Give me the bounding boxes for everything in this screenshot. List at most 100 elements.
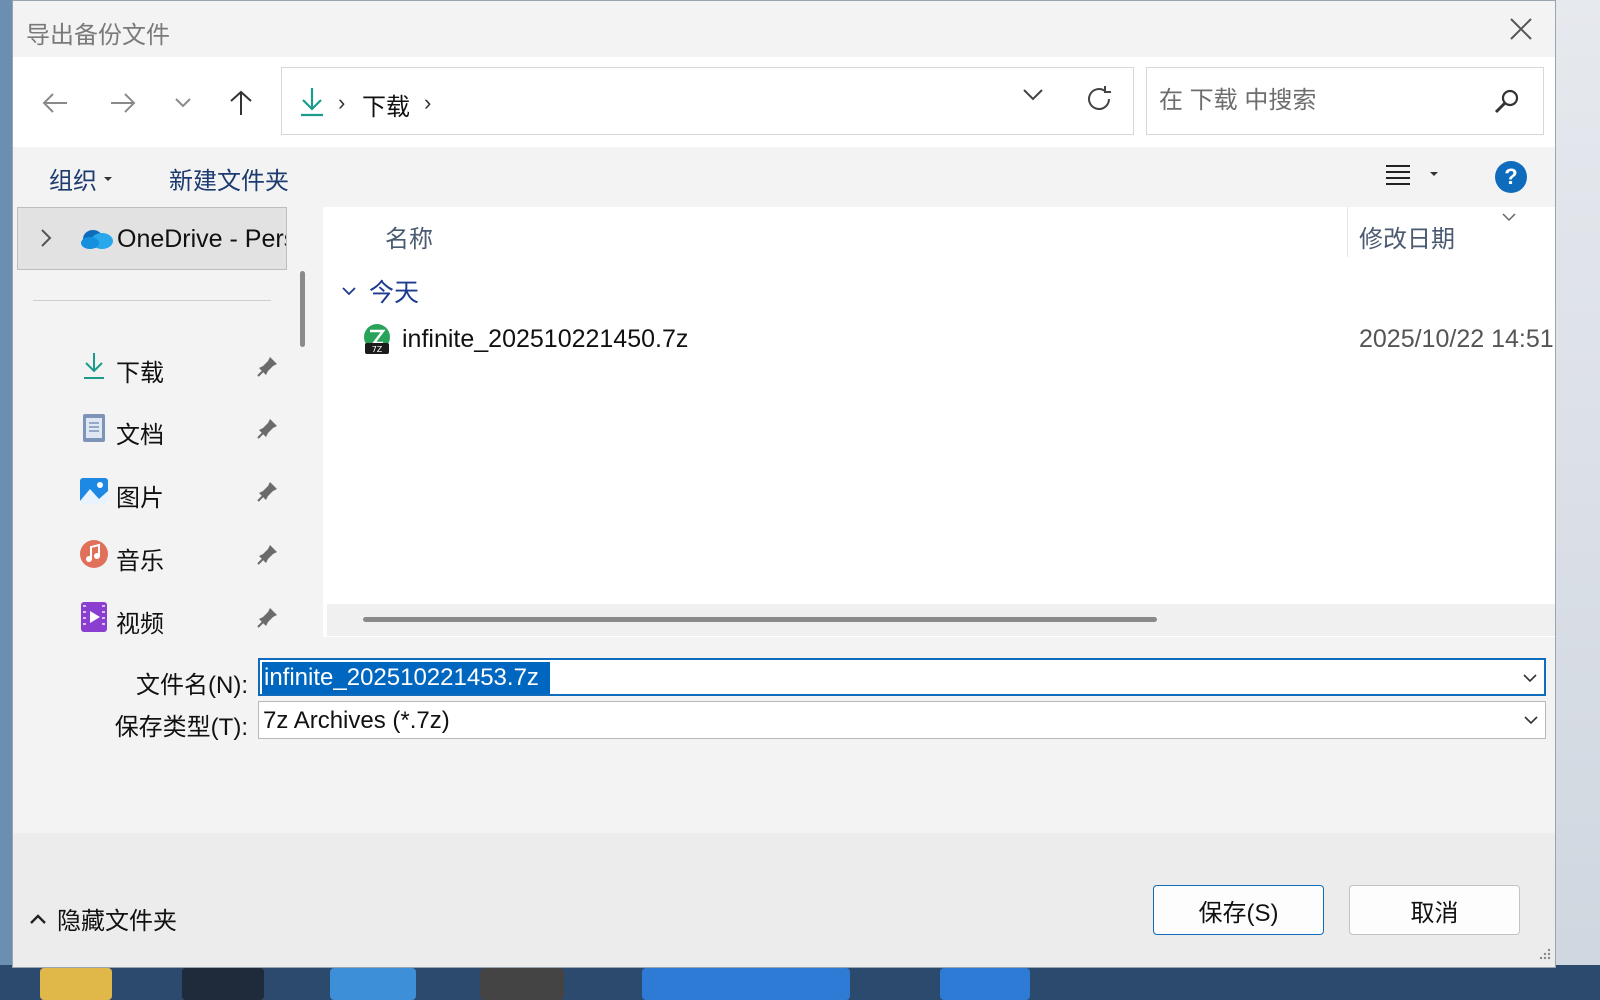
navigation-pane: OneDrive - Pers 下载 文档 图片 音乐 视频 (13, 207, 299, 637)
scrollbar-thumb[interactable] (363, 617, 1157, 622)
filename-label: 文件名(N): (136, 672, 248, 699)
arrow-right-icon (111, 93, 136, 113)
sidebar-item-pictures[interactable]: 图片 (79, 470, 289, 514)
back-button[interactable] (35, 83, 75, 123)
chevron-down-icon (342, 287, 356, 296)
pin-icon[interactable] (257, 417, 279, 444)
download-icon (79, 351, 109, 381)
breadcrumb-separator-icon: › (338, 90, 346, 115)
file-row[interactable]: 7Z infinite_202510221450.7z 2025/10/22 1… (323, 315, 1555, 363)
help-button[interactable]: ? (1495, 161, 1527, 193)
download-icon (298, 86, 326, 123)
filename-input[interactable] (262, 662, 550, 694)
sort-indicator-icon (1501, 209, 1517, 227)
file-date: 2025/10/22 14:51 (1359, 325, 1554, 353)
filetype-select[interactable]: 7z Archives (*.7z) (258, 701, 1546, 739)
filetype-label: 保存类型(T): (114, 714, 248, 741)
chevron-right-icon[interactable] (40, 228, 52, 253)
pictures-icon (79, 476, 109, 506)
filetype-dropdown-button[interactable] (1523, 712, 1539, 730)
pin-icon[interactable] (257, 355, 279, 382)
close-button[interactable] (1501, 11, 1541, 47)
sidebar-item-label: 音乐 (116, 548, 164, 575)
file-name: infinite_202510221450.7z (402, 325, 689, 353)
command-bar: 组织 新建文件夹 ? (13, 147, 1555, 207)
sidebar-item-onedrive[interactable]: OneDrive - Pers (17, 207, 287, 270)
view-options-button[interactable] (1385, 163, 1439, 185)
refresh-icon (1088, 86, 1111, 110)
new-folder-button[interactable]: 新建文件夹 (169, 161, 289, 196)
file-list: 名称 修改日期 今天 7Z infinite_202510221450.7z 2… (323, 207, 1555, 637)
filetype-value: 7z Archives (*.7z) (263, 707, 450, 734)
taskbar-app-thumbnail[interactable] (330, 968, 416, 1000)
sidebar-item-downloads[interactable]: 下载 (79, 345, 289, 389)
chevron-down-icon (175, 98, 191, 108)
organize-button[interactable]: 组织 (49, 161, 113, 196)
breadcrumb-downloads[interactable]: 下载 (362, 87, 410, 122)
hide-folders-toggle[interactable]: 隐藏文件夹 (29, 901, 177, 936)
7z-archive-icon: 7Z (361, 323, 393, 360)
column-divider[interactable] (1347, 207, 1348, 257)
filename-combobox[interactable] (258, 658, 1546, 696)
onedrive-cloud-icon (80, 226, 114, 255)
caret-down-icon (1430, 172, 1438, 176)
taskbar-app-thumbnail[interactable] (642, 968, 850, 1000)
horizontal-scrollbar[interactable] (327, 604, 1555, 636)
svg-text:7Z: 7Z (372, 345, 383, 354)
arrow-up-icon (230, 90, 252, 115)
onedrive-label: OneDrive - Pers (117, 225, 287, 253)
search-box[interactable] (1146, 67, 1544, 135)
save-form: 文件名(N): 保存类型(T): 7z Archives (*.7z) (13, 637, 1555, 833)
refresh-button[interactable] (1084, 84, 1114, 119)
music-icon (79, 539, 109, 569)
resize-grip-icon[interactable] (1537, 946, 1551, 965)
column-header-date[interactable]: 修改日期 (1359, 219, 1455, 254)
column-header-name[interactable]: 名称 (385, 219, 433, 254)
filename-dropdown-button[interactable] (1522, 670, 1538, 688)
sidebar-divider (33, 300, 271, 301)
taskbar-app-thumbnail[interactable] (480, 968, 564, 1000)
save-button[interactable]: 保存(S) (1153, 885, 1324, 935)
dialog-title: 导出备份文件 (26, 22, 170, 49)
new-folder-label: 新建文件夹 (169, 168, 289, 195)
sidebar-item-documents[interactable]: 文档 (79, 407, 289, 451)
title-bar: 导出备份文件 (13, 1, 1555, 57)
caret-down-icon (104, 176, 112, 181)
up-button[interactable] (221, 83, 261, 123)
desktop-background (1556, 0, 1600, 1000)
group-header-today[interactable]: 今天 (341, 273, 419, 309)
address-bar[interactable]: › 下载 › (281, 67, 1134, 135)
sidebar-item-label: 视频 (116, 611, 164, 637)
hide-folders-label: 隐藏文件夹 (57, 908, 177, 935)
recent-locations-button[interactable] (163, 83, 203, 123)
forward-button[interactable] (103, 83, 143, 123)
chevron-down-icon (1523, 674, 1537, 683)
save-dialog: 导出备份文件 › 下载 › 在 下载 中搜索 组织 新建文件夹 ? OneDri… (12, 0, 1556, 968)
sidebar-item-music[interactable]: 音乐 (79, 533, 289, 577)
chevron-down-icon (1524, 716, 1538, 725)
group-label: 今天 (369, 279, 420, 307)
dialog-footer: 隐藏文件夹 保存(S) 取消 (13, 833, 1555, 967)
breadcrumb-separator-icon[interactable]: › (424, 90, 431, 116)
address-history-button[interactable] (1022, 88, 1044, 107)
pin-icon[interactable] (257, 543, 279, 570)
taskbar-app-thumbnail[interactable] (40, 968, 112, 1000)
search-icon[interactable] (1493, 88, 1521, 121)
arrow-left-icon (42, 93, 67, 113)
list-view-icon (1386, 165, 1410, 185)
pin-icon[interactable] (257, 606, 279, 633)
close-icon (1510, 18, 1532, 40)
help-icon: ? (1504, 164, 1518, 189)
chevron-down-icon (1023, 89, 1043, 101)
video-icon (79, 602, 109, 632)
cancel-button[interactable]: 取消 (1349, 885, 1520, 935)
document-icon (79, 413, 109, 443)
taskbar-app-thumbnail[interactable] (182, 968, 264, 1000)
pin-icon[interactable] (257, 480, 279, 507)
organize-label: 组织 (49, 168, 97, 195)
sidebar-item-videos[interactable]: 视频 (79, 596, 289, 637)
sidebar-item-label: 下载 (116, 360, 164, 387)
search-input[interactable] (1159, 84, 1479, 118)
taskbar-app-thumbnail[interactable] (940, 968, 1030, 1000)
sidebar-scrollbar[interactable] (300, 271, 305, 347)
